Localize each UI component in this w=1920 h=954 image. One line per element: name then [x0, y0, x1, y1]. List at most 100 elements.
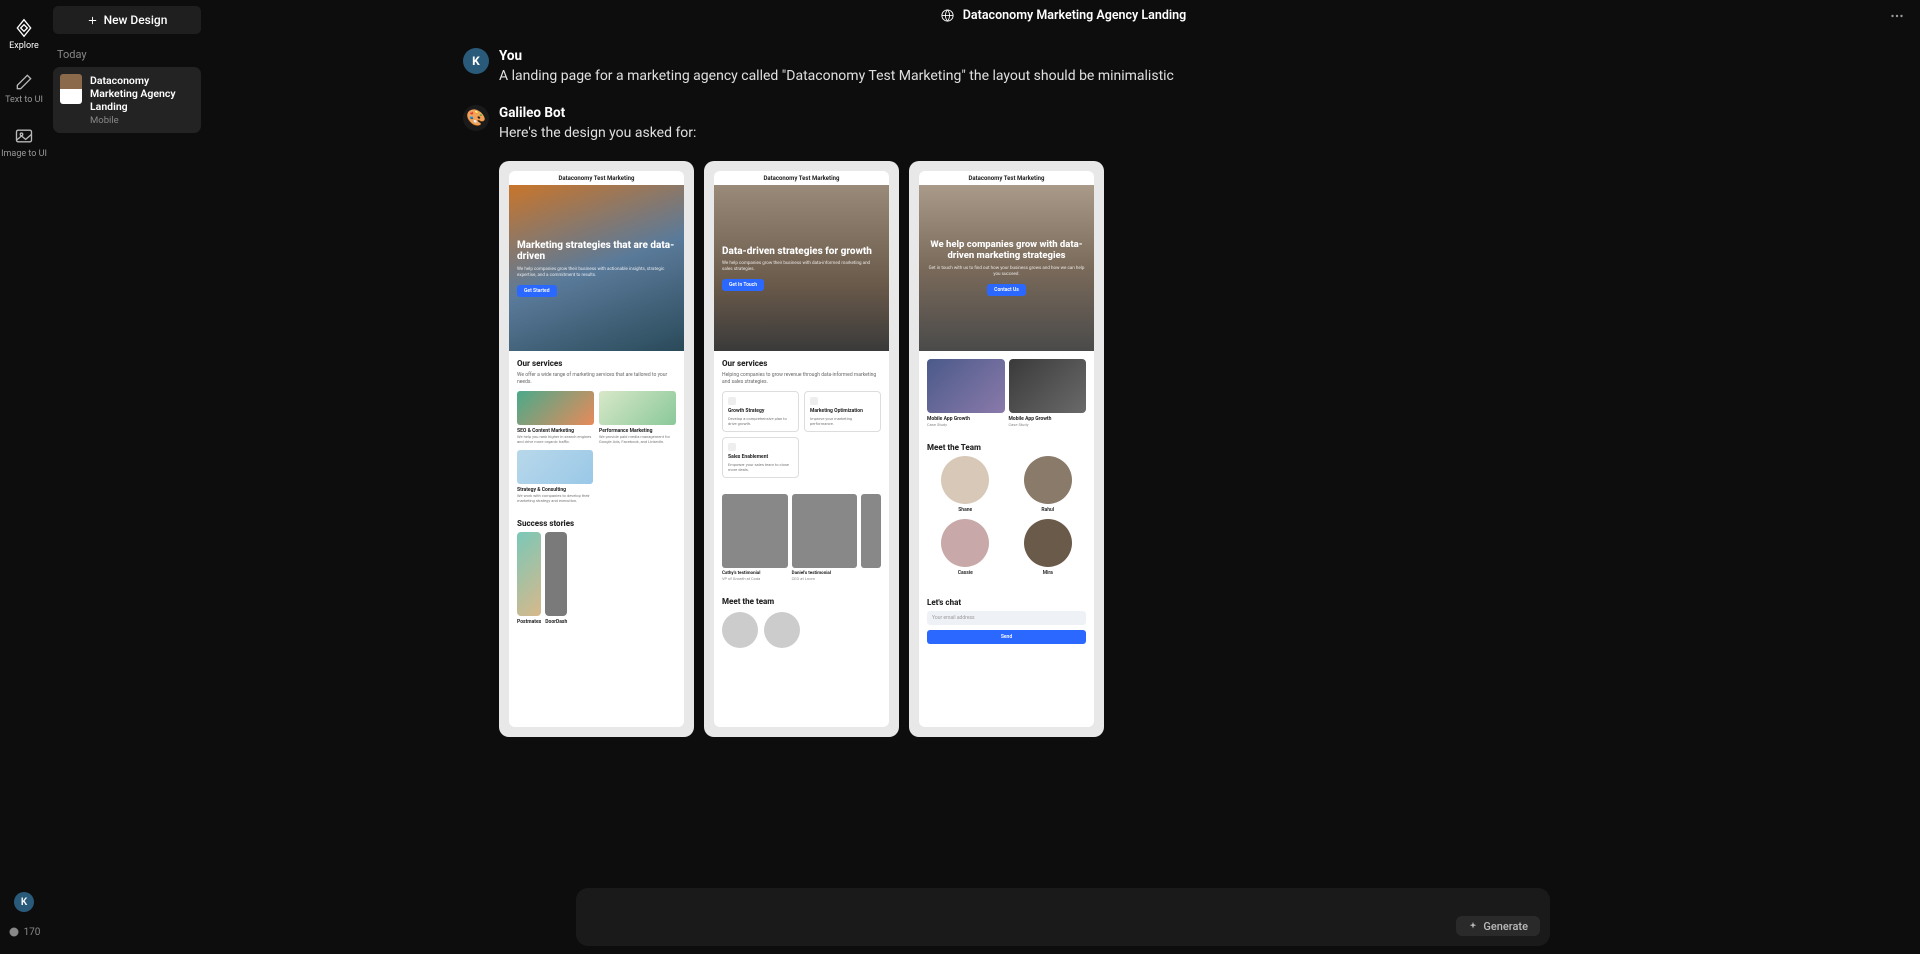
image-icon — [14, 126, 34, 146]
mock3-box1-image — [927, 359, 1005, 413]
user-message-name: You — [499, 48, 1663, 64]
plus-icon — [87, 15, 98, 26]
mock3-box1-sub: Case Study — [927, 422, 1005, 427]
credits-icon — [8, 926, 20, 938]
sparkle-icon — [1468, 921, 1478, 931]
heart-icon — [728, 443, 736, 451]
dots-horizontal-icon — [1888, 7, 1906, 25]
design-option-2[interactable]: Dataconomy Test Marketing Data-driven st… — [704, 161, 899, 737]
globe-icon — [940, 8, 955, 23]
new-design-label: New Design — [104, 13, 168, 27]
mock3-brand: Dataconomy Test Marketing — [919, 171, 1094, 185]
mock2-team-avatar-2 — [764, 612, 800, 648]
mock3-avatar-cassie — [941, 519, 989, 567]
mock2-card2-desc: Improve your marketing performance. — [810, 416, 875, 426]
generate-label: Generate — [1483, 920, 1528, 933]
credits-value: 170 — [24, 927, 41, 938]
mock2-card3-desc: Empower your sales team to close more de… — [728, 462, 793, 472]
chart-icon — [728, 397, 736, 405]
bot-message-name: Galileo Bot — [499, 105, 1663, 121]
mock3-avatar-mira — [1024, 519, 1072, 567]
mock3-email-input: Your email address — [927, 611, 1086, 625]
mock1-svc2-image — [599, 391, 676, 425]
mock2-team-avatar-1 — [722, 612, 758, 648]
mock2-cta: Get In Touch — [722, 279, 764, 291]
mock3-box2-sub: Case Study — [1009, 422, 1087, 427]
mock1-cta: Get Started — [517, 285, 557, 297]
mock2-card1-title: Growth Strategy — [728, 408, 793, 414]
nav-explore[interactable]: Explore — [0, 8, 48, 62]
prompt-bar: Generate — [576, 888, 1550, 946]
mock3-chat-title: Let's chat — [927, 598, 1086, 607]
mock2-test3-photo — [861, 494, 881, 568]
mock1-story1-image — [517, 532, 541, 616]
mock2-test2-photo — [792, 494, 858, 568]
mock1-hero-title: Marketing strategies that are data-drive… — [517, 240, 676, 263]
history-title: Dataconomy Marketing Agency Landing — [90, 74, 194, 113]
mock1-svc1-image — [517, 391, 594, 425]
mock3-p4: Mira — [1043, 570, 1053, 576]
new-design-button[interactable]: New Design — [53, 6, 201, 34]
mock3-p1: Shane — [958, 507, 972, 513]
mock1-services-sub: We offer a wide range of marketing servi… — [517, 372, 676, 385]
mock3-p2: Rahul — [1041, 507, 1054, 513]
design-option-1[interactable]: Dataconomy Test Marketing Marketing stra… — [499, 161, 694, 737]
history-section-today: Today — [57, 48, 197, 61]
mock1-svc2-desc: We provide paid media management for Goo… — [599, 434, 676, 444]
mock2-brand: Dataconomy Test Marketing — [714, 171, 889, 185]
credits-counter[interactable]: 170 — [8, 926, 41, 938]
mock2-services-title: Our services — [722, 359, 881, 368]
prompt-input[interactable] — [586, 898, 1456, 936]
mock2-test1-photo — [722, 494, 788, 568]
nav-text-to-ui-label: Text to UI — [5, 96, 43, 106]
mock2-card3-title: Sales Enablement — [728, 454, 793, 460]
history-thumbnail — [60, 74, 82, 104]
edit-icon — [14, 72, 34, 92]
mock1-brand: Dataconomy Test Marketing — [509, 171, 684, 185]
explore-icon — [14, 18, 34, 38]
design-option-3[interactable]: Dataconomy Test Marketing We help compan… — [909, 161, 1104, 737]
nav-image-to-ui-label: Image to UI — [1, 150, 47, 160]
mock2-test2-role: CEO at Loom — [792, 576, 858, 581]
mock1-story2: DoorDash — [545, 619, 567, 625]
page-title: Dataconomy Marketing Agency Landing — [940, 8, 1186, 23]
mock1-hero-sub: We help companies grow their business wi… — [517, 267, 676, 279]
mock2-test1-role: VP of Growth at Coda — [722, 576, 788, 581]
mock1-svc1-desc: We help you rank higher in search engine… — [517, 434, 594, 444]
mock1-services-title: Our services — [517, 359, 676, 368]
history-item[interactable]: Dataconomy Marketing Agency Landing Mobi… — [53, 67, 201, 133]
mock1-story2-image — [545, 532, 567, 616]
nav-text-to-ui[interactable]: Text to UI — [0, 62, 48, 116]
page-title-text: Dataconomy Marketing Agency Landing — [963, 8, 1186, 23]
mock3-team-title: Meet the Team — [927, 443, 1086, 452]
generate-button[interactable]: Generate — [1456, 916, 1540, 936]
mock3-hero-sub: Get in touch with us to find out how you… — [927, 266, 1086, 278]
mock2-hero-title: Data-driven strategies for growth — [722, 246, 881, 258]
mock3-hero-title: We help companies grow with data-driven … — [927, 240, 1086, 262]
mock3-p3: Cassie — [958, 570, 973, 576]
mock2-card1-desc: Develop a comprehensive plan to drive gr… — [728, 416, 793, 426]
user-message-avatar: K — [463, 48, 489, 74]
mock2-hero-sub: We help companies grow their business wi… — [722, 261, 881, 273]
mock3-avatar-shane — [941, 456, 989, 504]
nav-image-to-ui[interactable]: Image to UI — [0, 116, 48, 170]
mock2-card2-title: Marketing Optimization — [810, 408, 875, 414]
more-menu-button[interactable] — [1888, 7, 1906, 29]
bot-message-text: Here's the design you asked for: — [499, 124, 1663, 144]
history-subtitle: Mobile — [90, 115, 194, 126]
mock3-box2-image — [1009, 359, 1087, 413]
mock1-stories-title: Success stories — [517, 519, 676, 528]
mock1-svc3-desc: We work with companies to develop their … — [517, 493, 593, 503]
mock3-avatar-rahul — [1024, 456, 1072, 504]
user-message-text: A landing page for a marketing agency ca… — [499, 67, 1663, 87]
target-icon — [810, 397, 818, 405]
mock3-send-button: Send — [927, 630, 1086, 644]
mock1-story1: Postmates — [517, 619, 541, 625]
user-avatar[interactable]: K — [14, 892, 34, 912]
mock1-svc3-image — [517, 450, 593, 484]
bot-message-avatar: 🎨 — [463, 105, 489, 131]
mock3-cta: Contact Us — [987, 284, 1026, 296]
nav-explore-label: Explore — [9, 42, 39, 52]
mock2-team-title: Meet the team — [722, 597, 881, 606]
mock2-services-sub: Helping companies to grow revenue throug… — [722, 372, 881, 385]
